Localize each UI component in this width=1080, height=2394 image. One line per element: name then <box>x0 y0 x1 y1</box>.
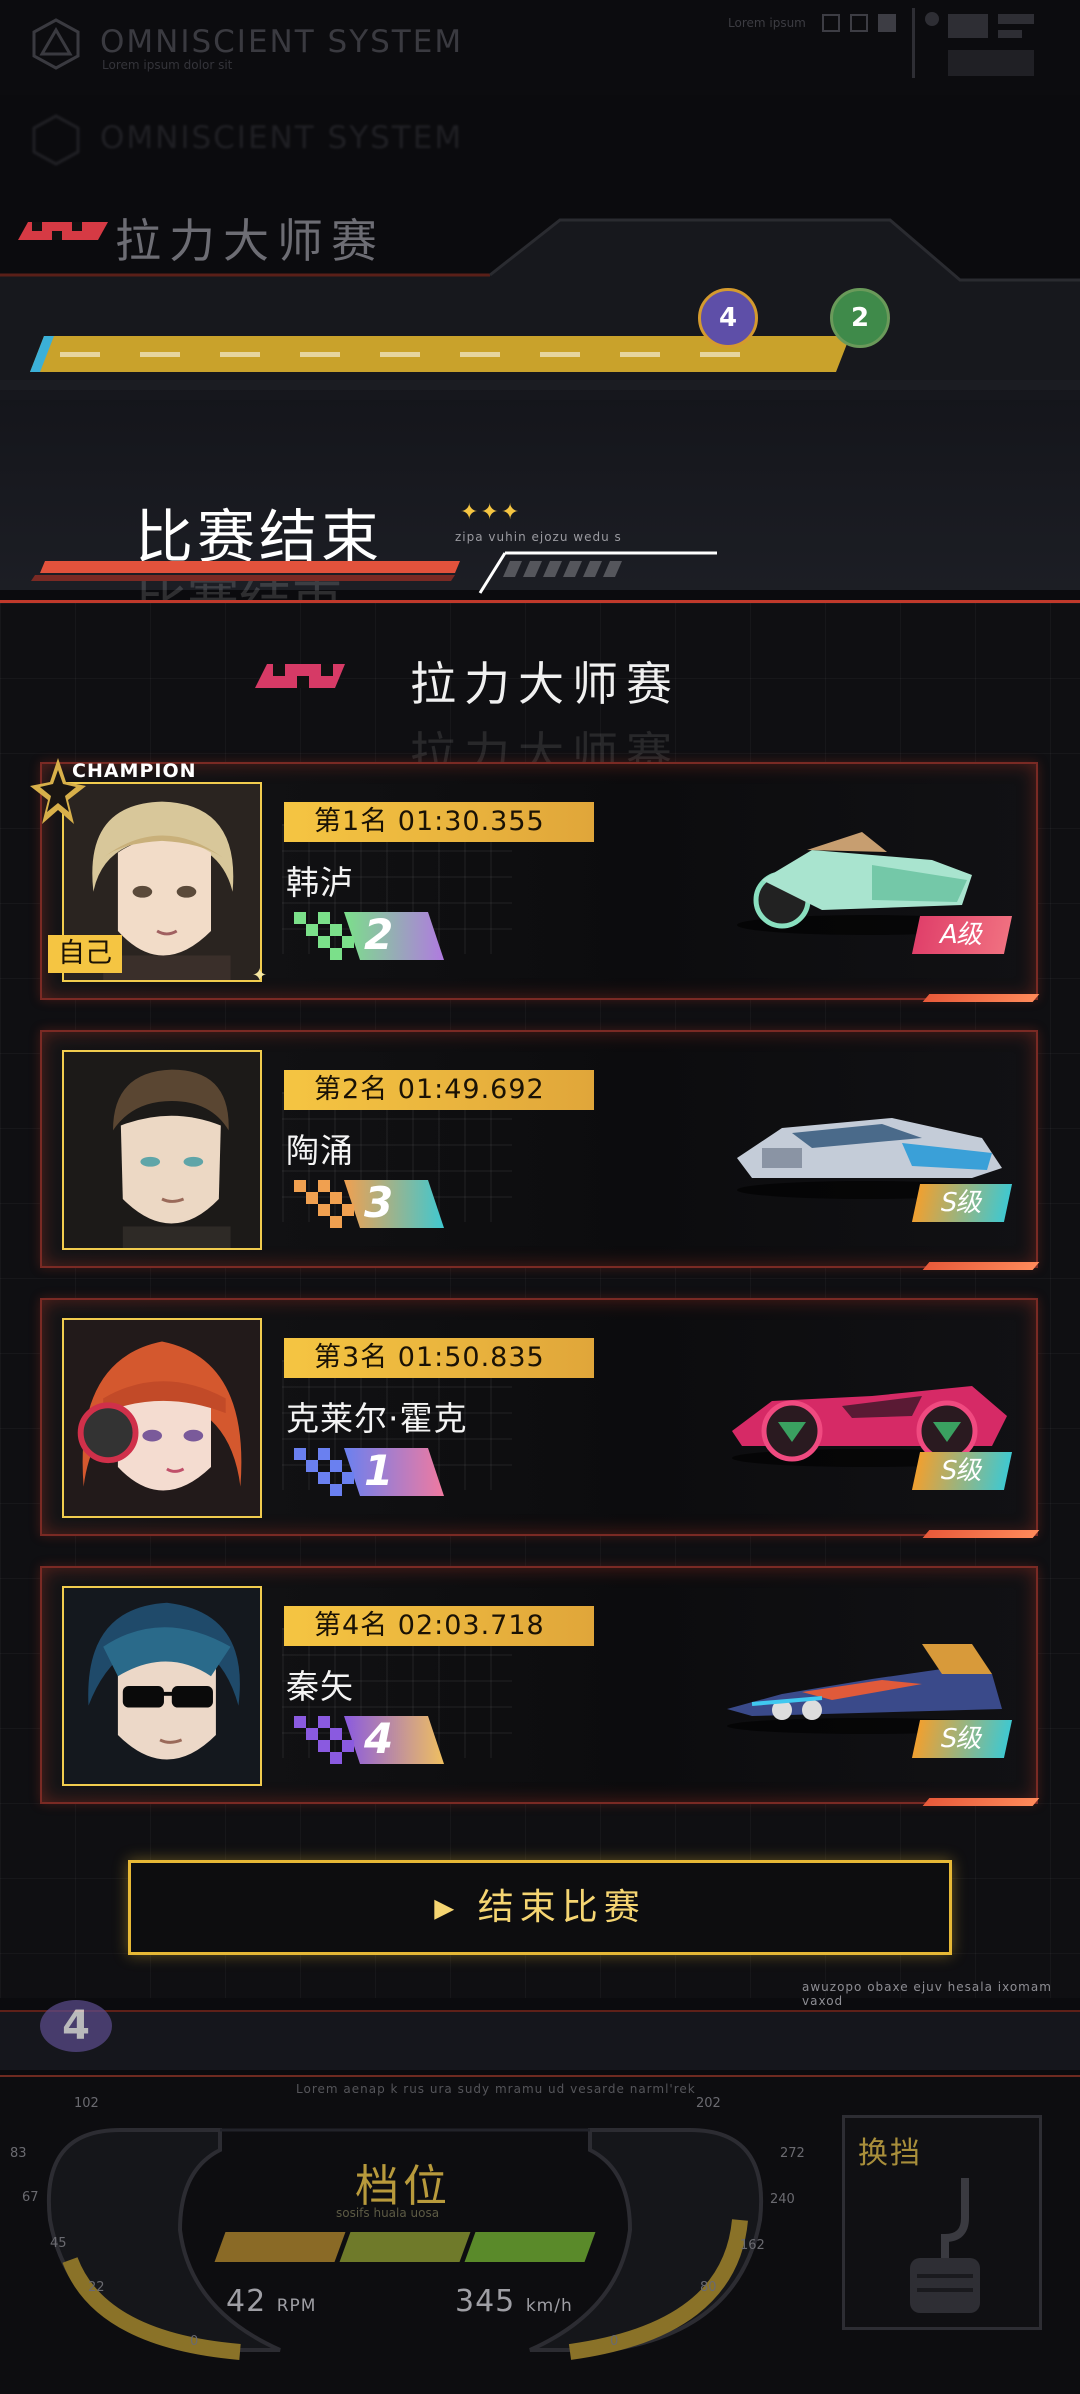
avatar-portrait-icon <box>64 1320 260 1516</box>
status-block <box>998 14 1034 24</box>
card-accent <box>922 1262 1040 1270</box>
header-underline <box>31 551 717 594</box>
play-arrow-icon: ▶ <box>434 1893 461 1924</box>
end-race-button[interactable]: ▶ 结束比赛 <box>128 1860 952 1955</box>
checkered-flag-badge: 1 <box>284 1446 444 1496</box>
flag-number: 1 <box>364 1446 394 1495</box>
self-tag: 自己 <box>48 935 122 973</box>
card-accent <box>922 1530 1040 1538</box>
status-block <box>948 14 988 38</box>
player-name: 秦矢 <box>286 1667 354 1706</box>
race-flag-icon <box>18 222 108 240</box>
gauge-tick: 0 <box>610 2334 619 2349</box>
gauge-tick: 272 <box>780 2146 805 2161</box>
progress-marker: 2 <box>830 288 890 348</box>
ghost-system-bar: OMNISCIENT SYSTEM <box>0 100 1080 180</box>
vehicle-grade-badge: S级 <box>911 1184 1013 1222</box>
speed-unit: km/h <box>525 2296 573 2316</box>
avatar <box>62 1318 262 1518</box>
result-card-3: 第3名 01:50.835 克莱尔·霍克 1 S级 <box>40 1298 1040 1538</box>
vehicle-grade-badge: A级 <box>911 916 1013 954</box>
top-label: Lorem ipsum <box>728 16 806 30</box>
top-square-icon <box>850 14 868 32</box>
footer-tagline: awuzopo obaxe ejuv hesala ixomam vaxod <box>802 1980 1052 2008</box>
race-banner-title: 拉力大师赛 <box>115 214 385 268</box>
avatar-portrait-icon <box>64 1052 260 1248</box>
race-flag-icon <box>255 664 345 688</box>
gauge-tick: 0 <box>190 2334 199 2349</box>
speed-value: 345 <box>455 2284 516 2319</box>
status-block <box>998 30 1022 38</box>
gauge-tick: 202 <box>696 2096 721 2111</box>
avatar <box>62 1050 262 1250</box>
system-logo-icon <box>32 114 80 166</box>
avatar-portrait-icon <box>64 1588 260 1784</box>
gauge-tick: 45 <box>50 2236 67 2251</box>
system-logo-subtitle: Lorem ipsum dolor sit <box>102 58 233 72</box>
end-race-label: 结束比赛 <box>477 1887 646 1928</box>
vehicle-grade-badge: S级 <box>911 1452 1013 1490</box>
progress-marker: 4 <box>698 288 758 348</box>
shift-label: 换挡 <box>858 2136 922 2171</box>
rpm-readout: 42 RPM <box>226 2284 316 2319</box>
gauge-tick: 240 <box>770 2192 795 2207</box>
checkered-flag-badge: 2 <box>284 910 444 960</box>
gear-bar <box>464 2232 596 2262</box>
lower-strip <box>0 2010 1080 2070</box>
result-card-2: 第2名 01:49.692 陶涌 3 S级 <box>40 1030 1040 1270</box>
avatar <box>62 1586 262 1786</box>
flag-number: 2 <box>364 910 394 959</box>
result-card-4: 第4名 02:03.718 秦矢 4 S级 <box>40 1566 1040 1806</box>
rank-time: 第1名 01:30.355 <box>284 802 594 842</box>
result-card-1: 第1名 01:30.355 韩泸 2 A级 <box>40 762 1040 1002</box>
rank-time: 第3名 01:50.835 <box>284 1338 594 1378</box>
top-square-icon <box>822 14 840 32</box>
player-name: 韩泸 <box>286 863 354 902</box>
gear-title: 档位 <box>355 2161 451 2212</box>
gear-subtitle: sosifs huala uosa <box>336 2206 440 2220</box>
gear-bar <box>339 2232 471 2262</box>
system-logo-icon <box>32 18 80 70</box>
gear-level-bars <box>210 2232 596 2262</box>
divider <box>912 8 915 78</box>
flag-number: 4 <box>364 1714 394 1763</box>
gauge-tick: 162 <box>740 2238 765 2253</box>
status-dot-icon <box>925 12 939 26</box>
player-name: 克莱尔·霍克 <box>286 1399 468 1438</box>
gear-bar <box>214 2232 346 2262</box>
gauge-tick: 102 <box>74 2096 99 2111</box>
champion-label: CHAMPION <box>72 760 197 782</box>
results-title: 拉力大师赛 <box>410 657 680 711</box>
header-tagline: zipa vuhin ejozu wedu s <box>455 530 622 544</box>
flag-number: 3 <box>364 1178 394 1227</box>
rank-time: 第2名 01:49.692 <box>284 1070 594 1110</box>
strip-marker: 4 <box>40 2000 112 2052</box>
card-accent <box>922 1798 1040 1806</box>
top-square-icon <box>878 14 896 32</box>
checkered-flag-badge: 4 <box>284 1714 444 1764</box>
rpm-unit: RPM <box>276 2296 317 2316</box>
rpm-value: 42 <box>226 2284 267 2319</box>
gauge-tick: 83 <box>10 2146 27 2161</box>
rank-time: 第4名 02:03.718 <box>284 1606 594 1646</box>
system-logo-text: OMNISCIENT SYSTEM <box>100 24 464 60</box>
sparkle-icon: ✦ <box>252 965 268 986</box>
stars-icon: ✦✦✦ <box>460 500 522 525</box>
dashboard-note: Lorem aenap k rus ura sudy mramu ud vesa… <box>296 2082 696 2096</box>
status-block <box>948 50 1034 76</box>
card-accent <box>922 994 1040 1002</box>
gear-shift-icon <box>910 2178 980 2313</box>
player-name: 陶涌 <box>286 1131 354 1170</box>
gauge-tick: 80 <box>700 2280 717 2295</box>
gauge-tick: 22 <box>88 2280 105 2295</box>
checkered-flag-badge: 3 <box>284 1178 444 1228</box>
gauge-tick: 67 <box>22 2190 39 2205</box>
speed-readout: 345 km/h <box>455 2284 573 2319</box>
ghost-logo-text: OMNISCIENT SYSTEM <box>100 120 464 156</box>
vehicle-grade-badge: S级 <box>911 1720 1013 1758</box>
top-system-bar: OMNISCIENT SYSTEM Lorem ipsum dolor sit … <box>0 0 1080 95</box>
